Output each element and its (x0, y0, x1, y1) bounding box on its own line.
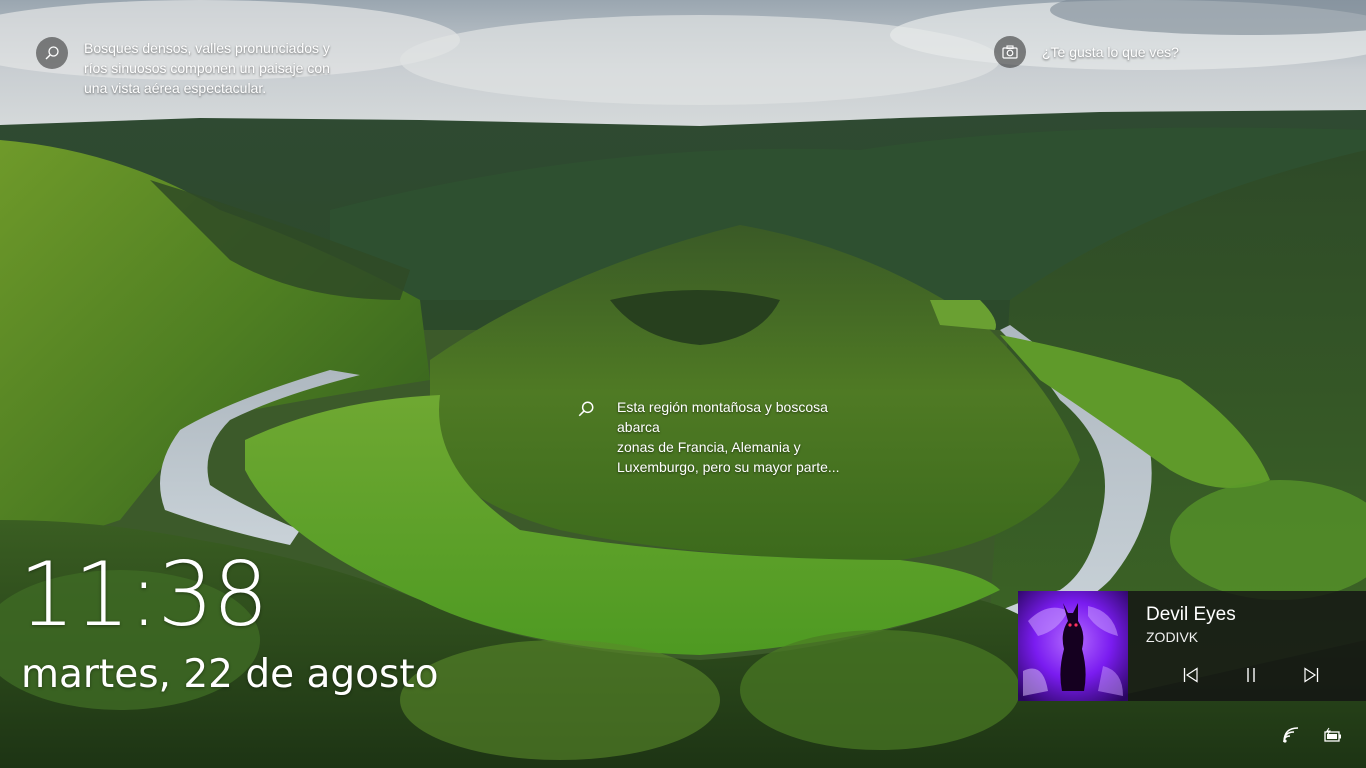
lock-screen[interactable]: Bosques densos, valles pronunciados y rí… (0, 0, 1366, 768)
spotlight-like-prompt[interactable]: ¿Te gusta lo que ves? (994, 36, 1294, 68)
network-icon[interactable] (1281, 727, 1301, 745)
spotlight-line: Bosques densos, valles pronunciados y (84, 40, 330, 56)
magnifier-icon[interactable] (36, 37, 68, 69)
camera-icon[interactable] (994, 36, 1026, 68)
clock-time: 11:38 (19, 543, 269, 646)
magnifier-icon[interactable] (570, 397, 602, 421)
clock-date: martes, 22 de agosto (21, 652, 439, 697)
spotlight-info-top-left[interactable]: Bosques densos, valles pronunciados y rí… (36, 37, 366, 98)
media-controls-panel: Devil Eyes ZODIVK (1018, 591, 1366, 701)
next-icon (1304, 667, 1319, 683)
pause-icon (1247, 668, 1255, 682)
spotlight-line: una vista aérea espectacular. (84, 80, 267, 96)
track-artist: ZODIVK (1146, 629, 1199, 645)
spotlight-line: zonas de Francia, Alemania y (617, 439, 801, 455)
album-art (1018, 591, 1128, 701)
spotlight-line: ríos sinuosos componen un paisaje con (84, 60, 330, 76)
spotlight-description[interactable]: Esta región montañosa y boscosa abarca z… (617, 397, 870, 477)
media-info: Devil Eyes ZODIVK (1128, 591, 1366, 701)
next-track-button[interactable] (1296, 661, 1326, 689)
spotlight-description[interactable]: Bosques densos, valles pronunciados y rí… (84, 38, 330, 98)
spotlight-like-text[interactable]: ¿Te gusta lo que ves? (1042, 42, 1179, 62)
spotlight-line: Luxemburgo, pero su mayor parte... (617, 459, 840, 475)
spotlight-info-center[interactable]: Esta región montañosa y boscosa abarca z… (570, 397, 870, 477)
previous-icon (1183, 667, 1198, 683)
pause-button[interactable] (1236, 661, 1266, 689)
battery-icon[interactable] (1323, 727, 1343, 745)
spotlight-line: Esta región montañosa y boscosa abarca (617, 399, 828, 435)
track-title: Devil Eyes (1146, 604, 1236, 625)
previous-track-button[interactable] (1176, 661, 1206, 689)
